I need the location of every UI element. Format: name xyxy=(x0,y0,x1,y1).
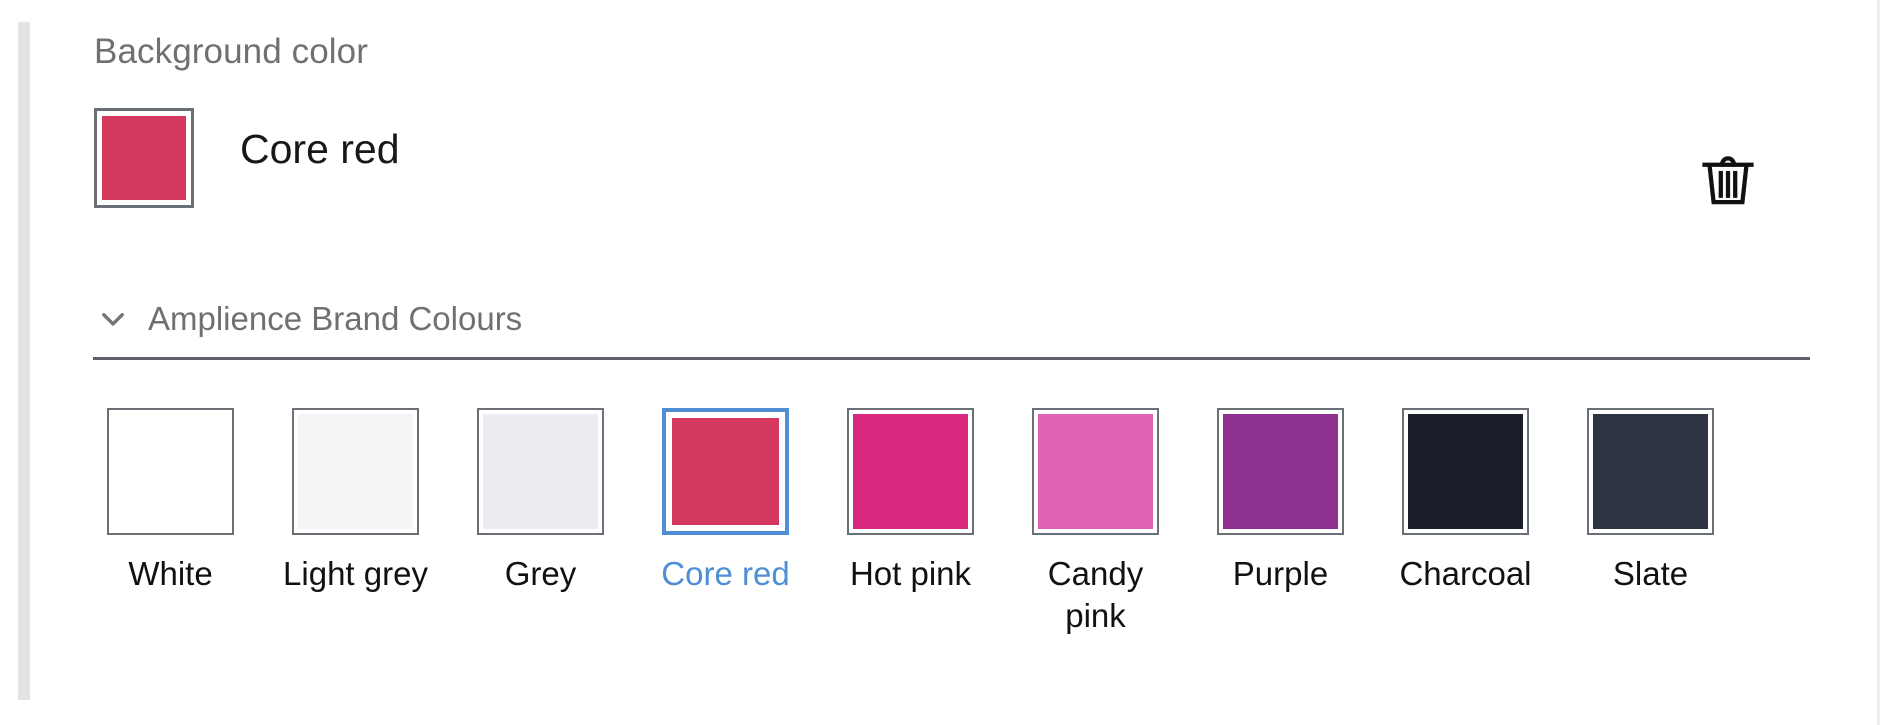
current-color-fill xyxy=(102,116,186,200)
swatch-label: Core red xyxy=(661,555,790,592)
palette-swatch-charcoal[interactable]: Charcoal xyxy=(1388,408,1543,595)
swatch-color-fill xyxy=(1593,414,1708,529)
swatch-label: Purple xyxy=(1232,555,1329,592)
current-color-row: Core red xyxy=(94,108,1810,208)
delete-color-button[interactable] xyxy=(1690,144,1766,220)
chevron-down-icon xyxy=(94,300,132,338)
current-color-name: Core red xyxy=(240,126,400,172)
palette-group-title: Amplience Brand Colours xyxy=(148,300,523,337)
swatch-label: Grey xyxy=(504,555,577,592)
palette-divider xyxy=(93,357,1810,360)
palette-swatch-core-red[interactable]: Core red xyxy=(648,408,803,595)
swatch-box[interactable] xyxy=(1032,408,1159,535)
palette-swatch-slate[interactable]: Slate xyxy=(1573,408,1728,595)
swatch-color-fill xyxy=(113,414,228,529)
swatch-color-fill xyxy=(483,414,598,529)
swatch-color-fill xyxy=(672,418,779,525)
swatch-box[interactable] xyxy=(292,408,419,535)
palette-swatch-grey[interactable]: Grey xyxy=(463,408,618,595)
swatch-label: Hot pink xyxy=(849,555,972,592)
swatch-label: Candy pink xyxy=(1047,555,1144,634)
swatch-box[interactable] xyxy=(477,408,604,535)
swatch-box[interactable] xyxy=(1402,408,1529,535)
swatch-color-fill xyxy=(1038,414,1153,529)
palette-swatch-candy-pink[interactable]: Candy pink xyxy=(1018,408,1173,637)
swatch-box[interactable] xyxy=(1587,408,1714,535)
swatch-color-fill xyxy=(853,414,968,529)
swatch-label: White xyxy=(128,555,213,592)
swatch-color-fill xyxy=(1223,414,1338,529)
background-color-field-panel: Background color Core red Amplience Bran… xyxy=(0,0,1880,725)
swatch-label: Light grey xyxy=(283,555,428,592)
trash-icon xyxy=(1696,148,1760,217)
current-color-preview-swatch[interactable] xyxy=(94,108,194,208)
panel-scroll-rail[interactable] xyxy=(18,22,30,700)
palette-swatch-purple[interactable]: Purple xyxy=(1203,408,1358,595)
palette-swatch-row: White Light grey Grey Core red Hot pink Candy… xyxy=(93,408,1833,637)
swatch-label: Charcoal xyxy=(1399,555,1532,592)
swatch-color-fill xyxy=(298,414,413,529)
swatch-box[interactable] xyxy=(107,408,234,535)
palette-group-header[interactable]: Amplience Brand Colours xyxy=(94,296,522,342)
palette-swatch-white[interactable]: White xyxy=(93,408,248,595)
swatch-box[interactable] xyxy=(662,408,789,535)
swatch-label: Slate xyxy=(1612,555,1689,592)
swatch-box[interactable] xyxy=(1217,408,1344,535)
palette-swatch-light-grey[interactable]: Light grey xyxy=(278,408,433,595)
swatch-color-fill xyxy=(1408,414,1523,529)
swatch-box[interactable] xyxy=(847,408,974,535)
field-label: Background color xyxy=(94,32,368,71)
palette-swatch-hot-pink[interactable]: Hot pink xyxy=(833,408,988,595)
